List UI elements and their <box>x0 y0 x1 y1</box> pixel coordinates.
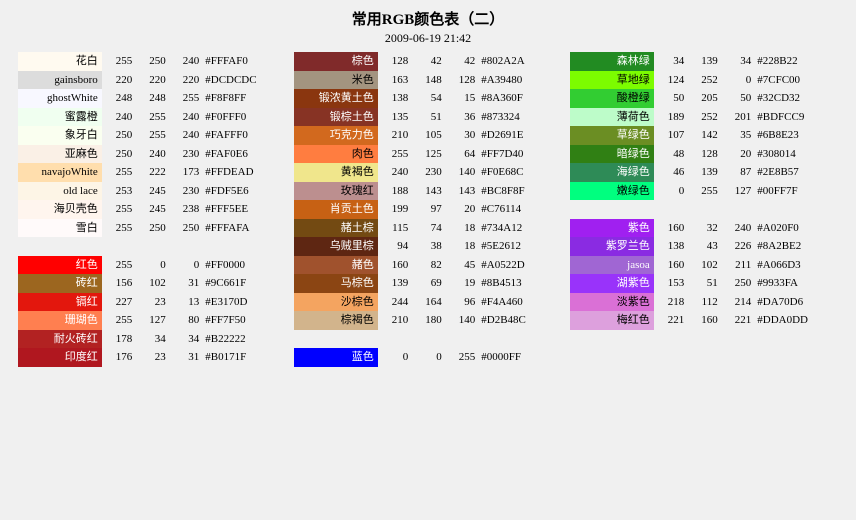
color-name-left: 耐火砖红 <box>18 330 102 349</box>
table-row: old lace253245230#FDF5E6玫瑰红188143143#BC8… <box>18 182 838 201</box>
color-name-right: 嫩绿色 <box>570 182 654 201</box>
color-name-middle: 沙棕色 <box>294 293 378 312</box>
table-row: navajoWhite255222173#FFDEAD黄褐色240230140#… <box>18 163 838 182</box>
color-name-left: 雪白 <box>18 219 102 238</box>
table-row: 乌贼里棕943818#5E2612紫罗兰色13843226#8A2BE2 <box>18 237 838 256</box>
color-name-left: 印度红 <box>18 348 102 367</box>
table-row: 耐火砖红1783434#B22222 <box>18 330 838 349</box>
color-name-right: 湖紫色 <box>570 274 654 293</box>
color-name-right: 薄荷色 <box>570 108 654 127</box>
color-name-right: 森林绿 <box>570 52 654 71</box>
table-row: 亚麻色250240230#FAF0E6肉色25512564#FF7D40暗绿色4… <box>18 145 838 164</box>
table-row: 珊瑚色25512780#FF7F50棕褐色210180140#D2B48C梅红色… <box>18 311 838 330</box>
table-row: 象牙白250255240#FAFFF0巧克力色21010530#D2691E草绿… <box>18 126 838 145</box>
page-title: 常用RGB颜色表（二） <box>18 8 838 29</box>
color-name-left: ghostWhite <box>18 89 102 108</box>
color-name-middle: 乌贼里棕 <box>294 237 378 256</box>
color-name-middle: 赭土棕 <box>294 219 378 238</box>
color-name-left: 珊瑚色 <box>18 311 102 330</box>
color-name-right: 草绿色 <box>570 126 654 145</box>
color-name-right: 海绿色 <box>570 163 654 182</box>
color-name-middle: 马棕色 <box>294 274 378 293</box>
color-table: 花白255250240#FFFAF0棕色1284242#802A2A森林绿341… <box>18 52 838 367</box>
color-name-middle: 棕色 <box>294 52 378 71</box>
table-row: 印度红1762331#B0171F蓝色00255#0000FF <box>18 348 838 367</box>
color-name-right: 暗绿色 <box>570 145 654 164</box>
table-row: gainsboro220220220#DCDCDC米色163148128#A39… <box>18 71 838 90</box>
color-name-middle: 玫瑰红 <box>294 182 378 201</box>
color-name-middle: 黄褐色 <box>294 163 378 182</box>
page-subtitle: 2009-06-19 21:42 <box>18 31 838 46</box>
table-row: 砖红15610231#9C661F马棕色1396919#8B4513湖紫色153… <box>18 274 838 293</box>
color-name-middle: 米色 <box>294 71 378 90</box>
color-name-middle: 棕褐色 <box>294 311 378 330</box>
color-name-right: 草地绿 <box>570 71 654 90</box>
color-name-left: 砖红 <box>18 274 102 293</box>
color-name-left: 红色 <box>18 256 102 275</box>
color-name-right: 紫罗兰色 <box>570 237 654 256</box>
color-name-right: 紫色 <box>570 219 654 238</box>
color-name-middle: 赭色 <box>294 256 378 275</box>
table-row: 镉红2272313#E3170D沙棕色24416496#F4A460淡紫色218… <box>18 293 838 312</box>
table-row: 蜜露橙240255240#F0FFF0锻棕土色1355136#873324薄荷色… <box>18 108 838 127</box>
table-row: 花白255250240#FFFAF0棕色1284242#802A2A森林绿341… <box>18 52 838 71</box>
color-name-middle: 肉色 <box>294 145 378 164</box>
table-row: ghostWhite248248255#F8F8FF锻浓黄土色1385415#8… <box>18 89 838 108</box>
color-name-middle: 巧克力色 <box>294 126 378 145</box>
color-name-left: old lace <box>18 182 102 201</box>
color-name-left: 花白 <box>18 52 102 71</box>
color-name-left: 象牙白 <box>18 126 102 145</box>
color-name-right: 淡紫色 <box>570 293 654 312</box>
table-row: 红色25500#FF0000赭色1608245#A0522Djasoa16010… <box>18 256 838 275</box>
color-name-middle: 锻棕土色 <box>294 108 378 127</box>
color-name-left: 亚麻色 <box>18 145 102 164</box>
color-name-right: 梅红色 <box>570 311 654 330</box>
color-name-left: 海贝壳色 <box>18 200 102 219</box>
color-name-left: navajoWhite <box>18 163 102 182</box>
color-name-middle: 蓝色 <box>294 348 378 367</box>
color-name-middle: 锻浓黄土色 <box>294 89 378 108</box>
color-name-middle: 肖贡土色 <box>294 200 378 219</box>
color-name-left: gainsboro <box>18 71 102 90</box>
color-name-right: 酸橙绿 <box>570 89 654 108</box>
color-name-left: 蜜露橙 <box>18 108 102 127</box>
color-name-right: jasoa <box>570 256 654 275</box>
table-row: 海贝壳色255245238#FFF5EE肖贡土色1999720#C76114 <box>18 200 838 219</box>
main-container: 常用RGB颜色表（二） 2009-06-19 21:42 花白255250240… <box>18 8 838 367</box>
table-row: 雪白255250250#FFFAFA赭土棕1157418#734A12紫色160… <box>18 219 838 238</box>
color-name-left: 镉红 <box>18 293 102 312</box>
